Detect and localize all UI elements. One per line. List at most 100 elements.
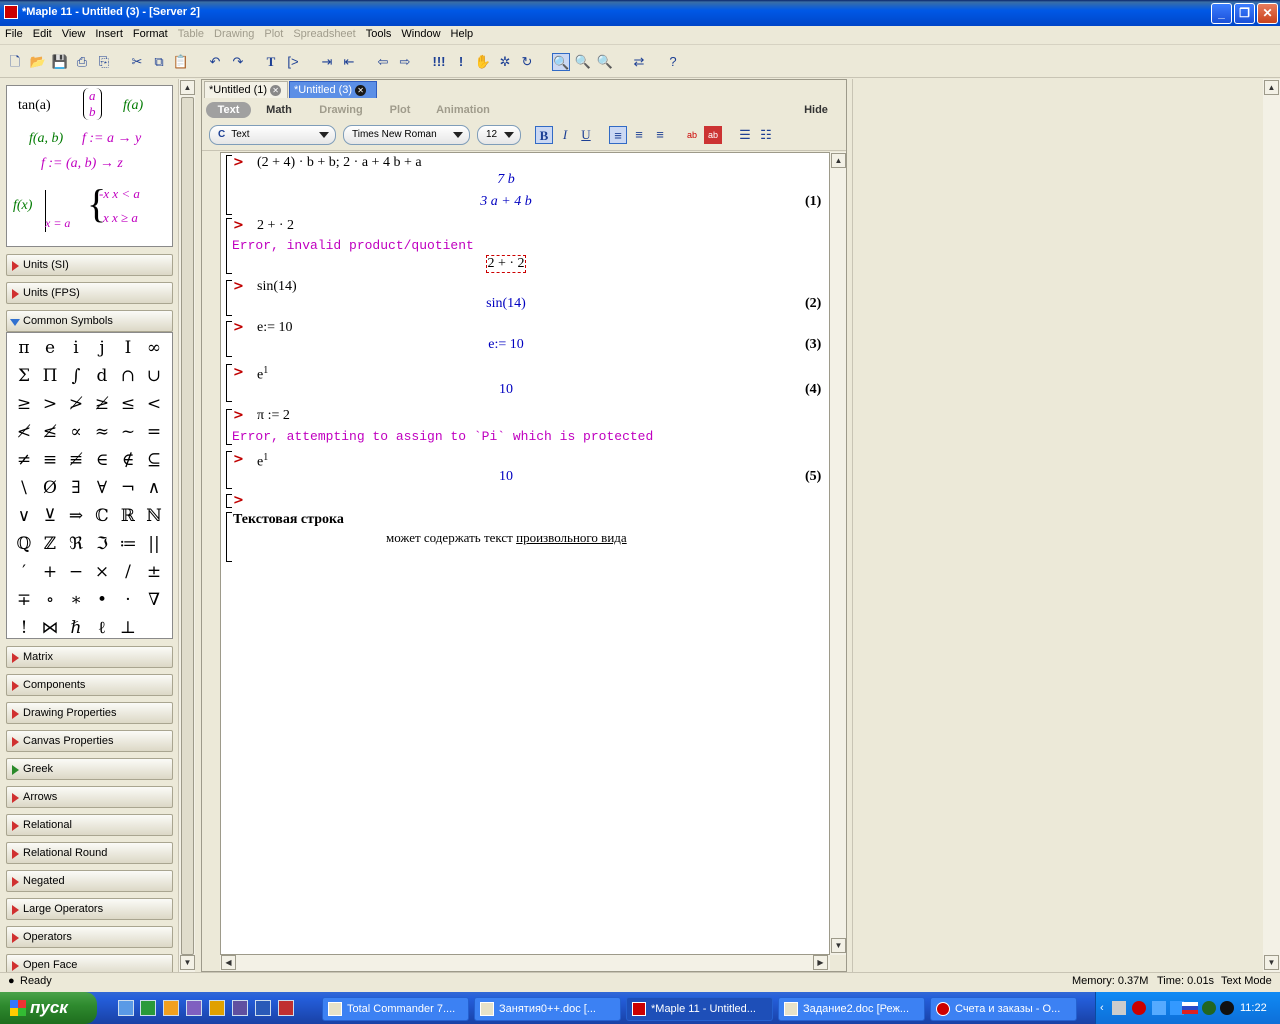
symbol-button[interactable]: × xyxy=(89,559,115,585)
function-two-args[interactable]: f(a, b) xyxy=(29,131,63,147)
group-bracket[interactable] xyxy=(226,364,232,402)
help-icon[interactable]: ? xyxy=(664,53,682,71)
scroll-thumb[interactable] xyxy=(181,97,194,955)
symbol-button[interactable]: d xyxy=(89,363,115,389)
symbol-button[interactable]: / xyxy=(115,559,141,585)
scroll-right-icon[interactable]: ▶ xyxy=(813,955,828,970)
new-document-icon[interactable]: 🗋 xyxy=(6,53,24,71)
group-bracket[interactable] xyxy=(226,280,232,316)
scroll-down-icon[interactable]: ▼ xyxy=(831,938,846,953)
symbol-button[interactable]: ≔ xyxy=(115,531,141,557)
bold-button[interactable]: B xyxy=(535,126,553,144)
palette-section[interactable]: Matrix xyxy=(6,646,173,668)
palette-section[interactable]: Operators xyxy=(6,926,173,948)
menu-table[interactable]: Table xyxy=(173,26,209,44)
palette-section[interactable]: Large Operators xyxy=(6,898,173,920)
scroll-up-icon[interactable]: ▲ xyxy=(831,153,846,168)
symbol-button[interactable]: ℓ xyxy=(89,615,115,641)
symbol-button[interactable]: ℤ xyxy=(37,531,63,557)
maximize-button[interactable]: ❐ xyxy=(1234,3,1255,24)
symbol-button[interactable]: ≈ xyxy=(89,419,115,445)
symbol-button[interactable]: ± xyxy=(141,559,167,585)
scroll-down-icon[interactable]: ▼ xyxy=(180,955,195,970)
scroll-left-icon[interactable]: ◀ xyxy=(221,955,236,970)
text-heading[interactable]: Текстовая строка xyxy=(233,512,344,528)
palette-units-si[interactable]: Units (SI) xyxy=(6,254,173,276)
symbol-button[interactable]: ≱ xyxy=(89,391,115,417)
mode-text-button[interactable]: Text xyxy=(206,102,251,118)
right-scrollbar[interactable]: ▲ ▼ xyxy=(1263,79,1280,972)
undo-icon[interactable]: ↶ xyxy=(206,53,224,71)
worksheet-vertical-scrollbar[interactable]: ▲ ▼ xyxy=(830,152,846,955)
symbol-button[interactable]: ~ xyxy=(115,419,141,445)
symbol-button[interactable]: ℕ xyxy=(141,503,167,529)
input-line-4[interactable]: e:= 10 xyxy=(257,320,293,336)
mode-math-button[interactable]: Math xyxy=(258,102,300,118)
stop-hand-icon[interactable]: ✋ xyxy=(474,53,492,71)
tab-untitled-3[interactable]: *Untitled (3) ✕ xyxy=(289,81,377,98)
symbol-button[interactable]: ⊆ xyxy=(141,447,167,473)
text-body[interactable]: может содержать текст произвольного вида xyxy=(386,530,627,546)
symbol-button[interactable]: = xyxy=(141,419,167,445)
scroll-up-icon[interactable]: ▲ xyxy=(180,80,195,95)
restart-icon[interactable]: ↻ xyxy=(518,53,536,71)
palette-section[interactable]: Arrows xyxy=(6,786,173,808)
symbol-button[interactable]: ∈ xyxy=(89,447,115,473)
symbol-button[interactable]: ∀ xyxy=(89,475,115,501)
symbol-button[interactable]: ⊻ xyxy=(37,503,63,529)
style-select[interactable]: C Text xyxy=(209,125,336,145)
symbol-button[interactable]: ∉ xyxy=(115,447,141,473)
back-arrow-icon[interactable]: ⇦ xyxy=(374,53,392,71)
numbered-list-icon[interactable]: ☷ xyxy=(757,126,775,144)
symbol-button[interactable]: ¬ xyxy=(115,475,141,501)
scroll-down-icon[interactable]: ▼ xyxy=(1264,955,1279,970)
arrow-function[interactable]: f := a → y xyxy=(82,131,141,147)
maple-app-icon[interactable] xyxy=(4,5,18,19)
symbol-button[interactable]: · xyxy=(115,587,141,613)
redo-icon[interactable]: ↷ xyxy=(229,53,247,71)
function-expression[interactable]: f(a) xyxy=(123,98,143,114)
input-line-3[interactable]: sin(14) xyxy=(257,279,297,295)
palette-section[interactable]: Canvas Properties xyxy=(6,730,173,752)
word-quick-icon[interactable] xyxy=(255,1000,271,1016)
execute-icon[interactable]: ! xyxy=(452,53,470,71)
underline-button[interactable]: U xyxy=(577,126,595,144)
input-line-6[interactable]: π := 2 xyxy=(257,408,290,424)
symbol-button[interactable]: ℜ xyxy=(63,531,89,557)
group-bracket[interactable] xyxy=(226,494,232,508)
symbol-button[interactable]: ∃ xyxy=(63,475,89,501)
symbol-button[interactable]: ⋈ xyxy=(37,615,63,641)
menu-spreadsheet[interactable]: Spreadsheet xyxy=(288,26,360,44)
worksheet-horizontal-scrollbar[interactable]: ◀ ▶ xyxy=(220,955,830,971)
forward-arrow-icon[interactable]: ⇨ xyxy=(396,53,414,71)
mode-animation-button[interactable]: Animation xyxy=(430,102,496,118)
symbol-button[interactable]: || xyxy=(141,531,167,557)
symbol-button[interactable]: > xyxy=(37,391,63,417)
indent-icon[interactable]: ⇥ xyxy=(318,53,336,71)
symbol-button[interactable]: ℏ xyxy=(63,615,89,641)
tray-icon[interactable] xyxy=(1132,1001,1146,1015)
piecewise-row1[interactable]: -x x < a xyxy=(99,186,140,202)
menu-file[interactable]: File xyxy=(0,26,28,44)
symbol-button[interactable]: j xyxy=(89,335,115,361)
palette-section[interactable]: Greek xyxy=(6,758,173,780)
symbol-button[interactable]: i xyxy=(63,335,89,361)
menu-plot[interactable]: Plot xyxy=(259,26,288,44)
symbol-button[interactable]: • xyxy=(89,587,115,613)
size-select[interactable]: 12 xyxy=(477,125,521,145)
symbol-button[interactable]: ≢ xyxy=(63,447,89,473)
palette-units-fps[interactable]: Units (FPS) xyxy=(6,282,173,304)
group-bracket[interactable] xyxy=(226,155,232,215)
symbol-button[interactable]: + xyxy=(37,559,63,585)
palette-section[interactable]: Relational xyxy=(6,814,173,836)
palette-scrollbar[interactable]: ▲ ▼ xyxy=(178,79,195,972)
menu-edit[interactable]: Edit xyxy=(28,26,57,44)
symbol-button[interactable]: e xyxy=(37,335,63,361)
symbol-button[interactable]: ∞ xyxy=(141,335,167,361)
tab-untitled-1[interactable]: *Untitled (1) ✕ xyxy=(204,81,288,98)
symbol-button[interactable]: ≥ xyxy=(11,391,37,417)
symbol-button[interactable]: π xyxy=(11,335,37,361)
open-folder-icon[interactable]: 📂 xyxy=(29,53,47,71)
arrow-function-two[interactable]: f := (a, b) → z xyxy=(41,156,123,172)
task-word-doc-1[interactable]: Занятия0++.doc [... xyxy=(474,997,621,1021)
